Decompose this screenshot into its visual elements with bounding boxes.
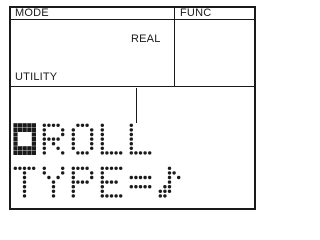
lcd-line-2: TYPE=♪ xyxy=(13,166,181,198)
header-divider xyxy=(11,19,254,20)
char-l xyxy=(100,123,123,155)
func-label: FUNC xyxy=(180,7,212,19)
lcd-line-1: ▮ROLL xyxy=(13,123,181,155)
func-column-divider xyxy=(174,8,175,86)
lcd-text: ▮ROLL TYPE=♪ xyxy=(13,123,181,198)
cursor-marker-line xyxy=(136,88,137,123)
char-p xyxy=(71,166,94,198)
display-screen: MODE FUNC REAL UTILITY ▮ROLL TYPE=♪ xyxy=(0,0,267,220)
mode-label: MODE xyxy=(15,7,49,19)
cursor-block xyxy=(13,123,36,155)
note-icon xyxy=(158,166,181,198)
char-y xyxy=(42,166,65,198)
char-e xyxy=(100,166,123,198)
char-r xyxy=(42,123,65,155)
mode-value: REAL xyxy=(131,33,161,45)
status-divider xyxy=(11,86,254,87)
char-l xyxy=(129,123,152,155)
equals-glyph xyxy=(129,175,152,189)
char-t xyxy=(13,166,36,198)
page-label: UTILITY xyxy=(15,71,58,83)
char-o xyxy=(71,123,94,155)
